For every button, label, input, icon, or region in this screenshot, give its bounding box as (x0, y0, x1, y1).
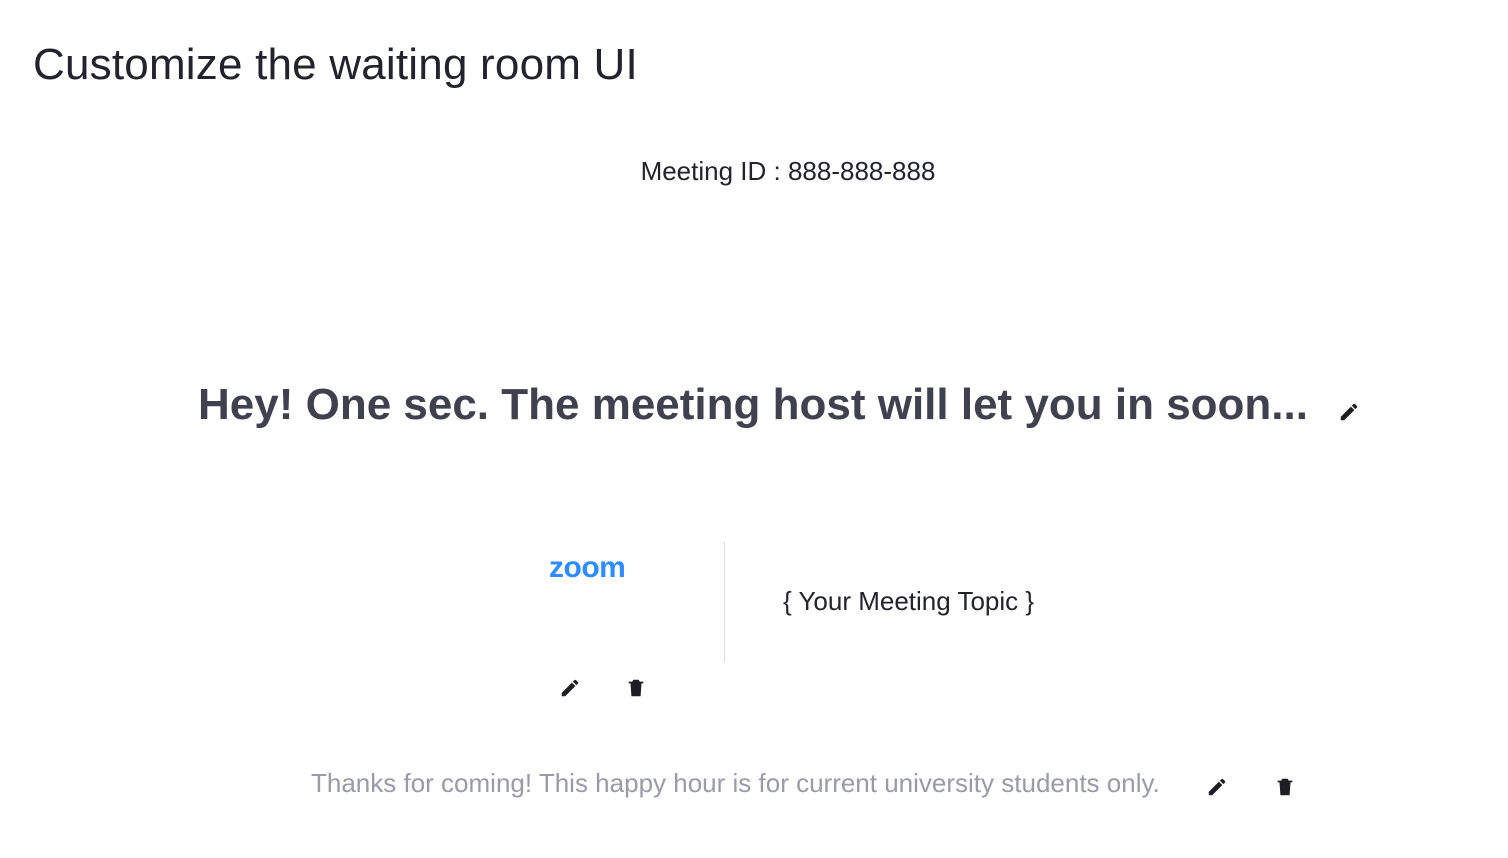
edit-headline-button[interactable] (1336, 399, 1362, 425)
headline-row: Hey! One sec. The meeting host will let … (198, 380, 1362, 430)
zoom-logo: zoom (549, 551, 626, 584)
page-title: Customize the waiting room UI (33, 40, 638, 89)
edit-logo-button[interactable] (557, 675, 583, 701)
description-row: Thanks for coming! This happy hour is fo… (311, 766, 1298, 800)
logo-actions (557, 675, 649, 701)
pencil-icon (1340, 403, 1358, 421)
delete-description-button[interactable] (1272, 774, 1298, 800)
description-actions (1204, 774, 1298, 800)
meeting-id-label: Meeting ID : 888-888-888 (640, 156, 936, 186)
logo-topic-divider (724, 542, 725, 662)
edit-description-button[interactable] (1204, 774, 1230, 800)
delete-logo-button[interactable] (623, 675, 649, 701)
trash-icon (628, 679, 644, 697)
meeting-topic: { Your Meeting Topic } (783, 586, 1035, 616)
waiting-room-headline: Hey! One sec. The meeting host will let … (198, 380, 1308, 429)
pencil-icon (1208, 778, 1226, 796)
waiting-room-description: Thanks for coming! This happy hour is fo… (311, 767, 1160, 798)
waiting-room-customizer: Customize the waiting room UI Meeting ID… (0, 0, 1508, 858)
pencil-icon (561, 679, 579, 697)
trash-icon (1277, 778, 1293, 796)
